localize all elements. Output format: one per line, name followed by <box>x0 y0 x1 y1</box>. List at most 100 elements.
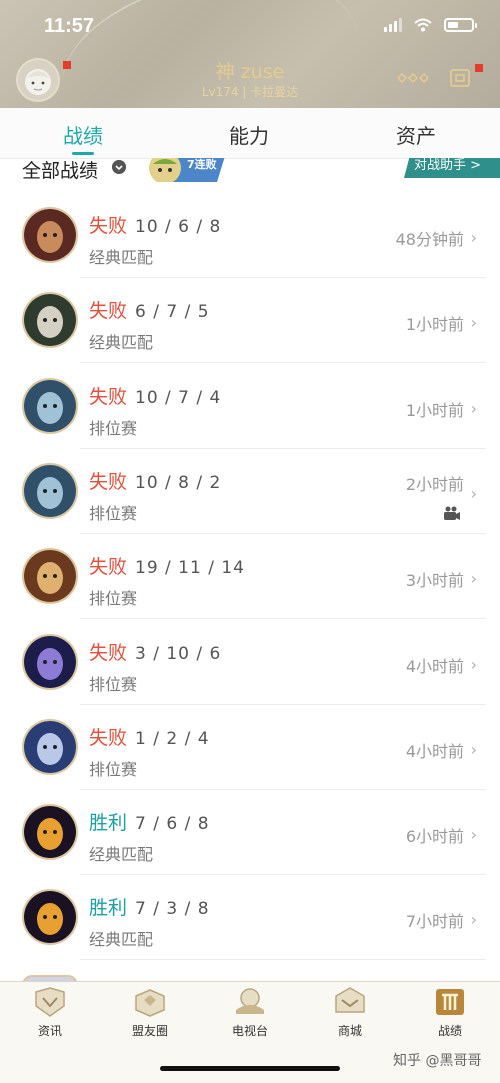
chevron-right-icon: › <box>470 398 477 418</box>
match-time-ago: 3小时前 <box>405 571 464 591</box>
record-icon <box>436 989 464 1015</box>
match-result: 失败 <box>89 556 128 579</box>
champion-avatar <box>22 633 78 690</box>
match-row[interactable]: 失败 19 / 11 / 14 排位赛 3小时前 › <box>0 534 500 620</box>
match-mode: 排位赛 <box>89 674 138 694</box>
row-divider <box>80 959 486 961</box>
match-row[interactable]: 失败 1 / 2 / 4 排位赛 4小时前 › <box>0 705 500 790</box>
chevron-right-icon: › <box>470 739 477 759</box>
share-box-icon[interactable] <box>449 66 473 90</box>
nav-news[interactable]: 资讯 <box>0 986 100 1039</box>
match-time-ago: 4小时前 <box>405 656 464 676</box>
match-time-ago: 6小时前 <box>405 827 464 847</box>
match-mode: 经典匹配 <box>89 333 154 353</box>
signal-icon <box>384 18 402 32</box>
match-kda: 7 / 3 / 8 <box>135 899 210 920</box>
match-row[interactable]: 失败 3 / 10 / 6 排位赛 4小时前 › <box>0 620 500 705</box>
match-time-ago: 1小时前 <box>405 400 464 420</box>
match-summary: 失败 19 / 11 / 14 <box>89 552 245 579</box>
match-summary: 胜利 7 / 6 / 8 <box>89 808 210 835</box>
match-mode: 排位赛 <box>89 503 138 523</box>
match-result: 失败 <box>89 300 128 323</box>
nav-tv[interactable]: 电视台 <box>200 986 300 1039</box>
match-row[interactable]: 失败 10 / 6 / 8 经典匹配 48分钟前 › <box>0 193 500 278</box>
champion-avatar <box>22 889 78 946</box>
match-summary: 失败 10 / 7 / 4 <box>89 382 221 409</box>
home-indicator[interactable] <box>160 1066 340 1071</box>
chevron-right-icon: › <box>470 569 477 589</box>
match-mode: 排位赛 <box>89 589 138 609</box>
battery-icon <box>444 18 477 32</box>
chevron-right-icon: › <box>470 910 477 930</box>
nav-shop[interactable]: 商城 <box>300 986 400 1039</box>
tab-assets[interactable]: 资产 <box>366 120 466 149</box>
video-replay-icon[interactable] <box>442 505 460 521</box>
chevron-right-icon: › <box>470 654 477 674</box>
status-bar: 11:57 <box>0 0 500 52</box>
status-time: 11:57 <box>44 15 95 37</box>
match-summary: 胜利 7 / 3 / 8 <box>89 893 210 920</box>
chevron-right-icon: › <box>470 313 477 333</box>
match-mode: 经典匹配 <box>89 248 154 267</box>
match-time-ago: 7小时前 <box>405 912 464 932</box>
match-time-ago: 1小时前 <box>405 315 464 335</box>
match-row[interactable]: 失败 6 / 7 / 5 经典匹配 1小时前 › <box>0 278 500 364</box>
match-result: 失败 <box>89 470 128 493</box>
profile-tabs: 战绩 能力 资产 <box>0 108 500 159</box>
match-summary: 失败 3 / 10 / 6 <box>89 638 221 665</box>
tv-icon <box>236 988 264 1014</box>
match-kda: 3 / 10 / 6 <box>135 643 222 664</box>
filter-row: 全部战绩 7连败 对战助手 > <box>0 158 500 188</box>
profile-level-server: Lv174 | 卡拉曼达 <box>201 85 299 99</box>
match-kda: 7 / 6 / 8 <box>135 814 210 835</box>
match-summary: 失败 6 / 7 / 5 <box>89 296 210 323</box>
match-mode: 经典匹配 <box>89 930 154 950</box>
tab-ability[interactable]: 能力 <box>199 120 299 149</box>
match-row[interactable]: 失败 10 / 8 / 2 排位赛 2小时前 › <box>0 449 500 534</box>
nav-record-label: 战绩 <box>437 1024 462 1038</box>
match-kda: 19 / 11 / 14 <box>135 558 245 579</box>
match-kda: 6 / 7 / 5 <box>135 302 210 323</box>
match-row[interactable]: 胜利 7 / 6 / 8 经典匹配 6小时前 › <box>0 790 500 876</box>
nav-news-label: 资讯 <box>37 1024 62 1038</box>
streak-badge-text: 7连败 <box>187 158 217 171</box>
more-dots-icon[interactable] <box>398 72 428 84</box>
champion-avatar <box>22 292 78 349</box>
watermark: 知乎 @黑哥哥 <box>393 1053 482 1069</box>
match-result: 胜利 <box>89 812 128 835</box>
match-mode: 排位赛 <box>89 418 138 438</box>
match-result: 失败 <box>89 726 128 749</box>
active-tab-indicator <box>72 152 94 155</box>
tab-record[interactable]: 战绩 <box>33 120 133 149</box>
champion-avatar <box>22 207 78 263</box>
match-time-ago: 4小时前 <box>405 741 464 761</box>
match-kda: 10 / 8 / 2 <box>135 472 222 493</box>
match-row[interactable]: 胜利 7 / 3 / 8 经典匹配 7小时前 › <box>0 875 500 961</box>
friends-circle-icon <box>135 989 165 1017</box>
champion-avatar <box>22 718 78 775</box>
nav-shop-label: 商城 <box>337 1024 362 1038</box>
match-kda: 10 / 6 / 8 <box>135 217 222 237</box>
wifi-icon <box>414 18 432 32</box>
match-row[interactable]: 失败 10 / 7 / 4 排位赛 1小时前 › <box>0 364 500 449</box>
chevron-down-icon[interactable] <box>112 160 126 174</box>
champion-avatar <box>22 548 78 605</box>
match-time-ago: 48分钟前 <box>395 230 464 249</box>
match-result: 失败 <box>89 215 128 237</box>
nav-record[interactable]: 战绩 <box>400 986 500 1039</box>
chevron-right-icon: › <box>470 825 477 845</box>
record-filter-dropdown[interactable]: 全部战绩 <box>22 158 98 183</box>
news-icon <box>35 987 65 1017</box>
shop-icon <box>335 987 365 1013</box>
chevron-right-icon: › <box>470 228 477 247</box>
champion-avatar <box>22 377 78 434</box>
battle-assistant-button[interactable]: 对战助手 > <box>404 158 500 178</box>
match-mode: 经典匹配 <box>89 845 154 865</box>
match-result: 失败 <box>89 641 128 664</box>
champion-avatar <box>22 804 78 861</box>
champion-avatar <box>22 462 78 519</box>
nav-friends-circle-label: 盟友圈 <box>131 1024 168 1038</box>
match-summary: 失败 1 / 2 / 4 <box>89 723 210 750</box>
match-kda: 1 / 2 / 4 <box>135 728 210 749</box>
nav-friends-circle[interactable]: 盟友圈 <box>100 986 200 1039</box>
